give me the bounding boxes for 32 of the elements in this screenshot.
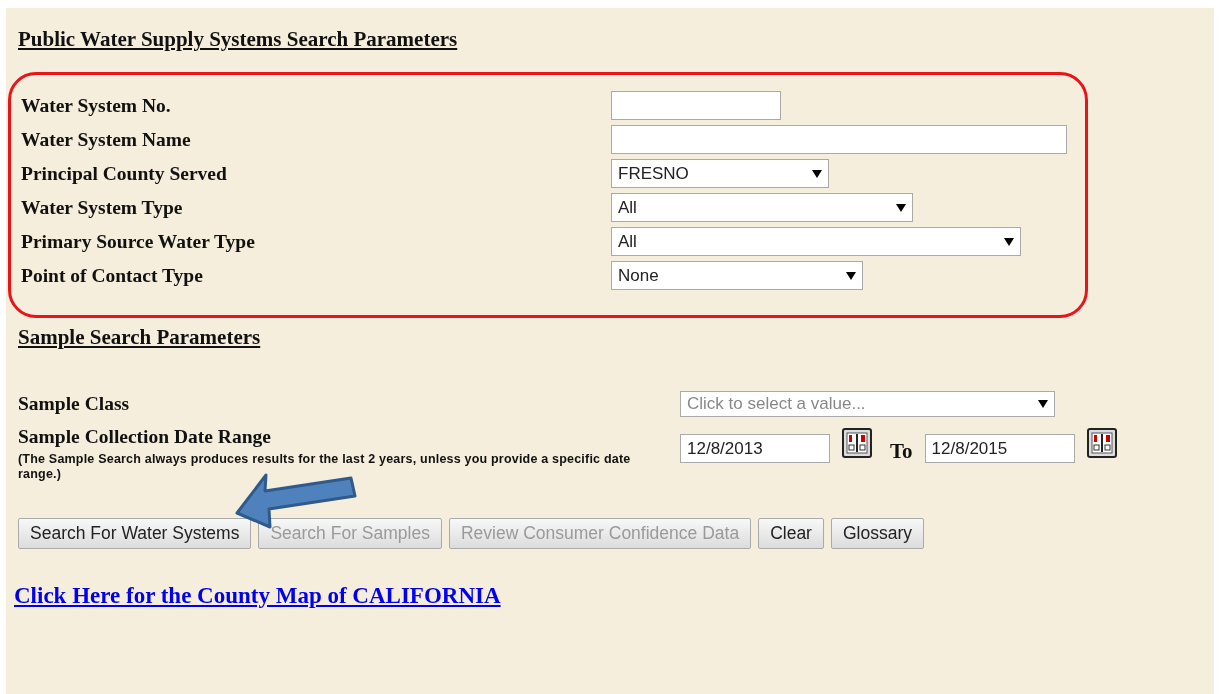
- button[interactable]: Clear: [758, 517, 824, 549]
- caret-icon: [846, 271, 856, 280]
- dropdown[interactable]: All: [611, 193, 913, 222]
- section-heading: Sample Search Parameters: [18, 323, 262, 351]
- link[interactable]: Click Here for the County Map of CALIFORNIA: [14, 578, 501, 613]
- dropdown[interactable]: Click to select a value...: [680, 390, 1055, 417]
- text-field[interactable]: [611, 125, 1067, 154]
- caret-icon: [896, 203, 906, 212]
- field-label: Point of Contact Type: [21, 263, 204, 288]
- field-label: Water System Type: [21, 195, 184, 220]
- date-field[interactable]: 12/8/2015: [924, 434, 1075, 464]
- field-label: Sample Collection Date Range: [18, 425, 272, 450]
- field-label: Principal County Served: [21, 161, 228, 186]
- date-field[interactable]: 12/8/2013: [680, 434, 830, 464]
- dropdown[interactable]: All: [611, 227, 1021, 256]
- dropdown[interactable]: None: [611, 261, 863, 290]
- button[interactable]: Glossary: [830, 517, 924, 549]
- text-field[interactable]: [611, 91, 781, 120]
- dropdown[interactable]: FRESNO: [611, 159, 829, 188]
- calendar-icon[interactable]: [842, 428, 872, 459]
- section-heading: Public Water Supply Systems Search Parameters: [18, 26, 459, 53]
- field-label: Sample Class: [18, 392, 131, 416]
- field-label: Primary Source Water Type: [21, 229, 256, 254]
- button[interactable]: Search For Water Systems: [18, 517, 252, 549]
- caret-icon: [1038, 399, 1048, 408]
- field-label: Water System Name: [21, 127, 192, 152]
- calendar-icon[interactable]: [1086, 428, 1117, 459]
- help-text: (The Sample Search always produces results for the last 2 years, unless you provide a specific date range.): [18, 451, 632, 482]
- caret-icon: [1004, 237, 1014, 246]
- range-label: To: [890, 438, 913, 466]
- caret-icon: [812, 169, 822, 178]
- field-label: Water System No.: [21, 93, 172, 118]
